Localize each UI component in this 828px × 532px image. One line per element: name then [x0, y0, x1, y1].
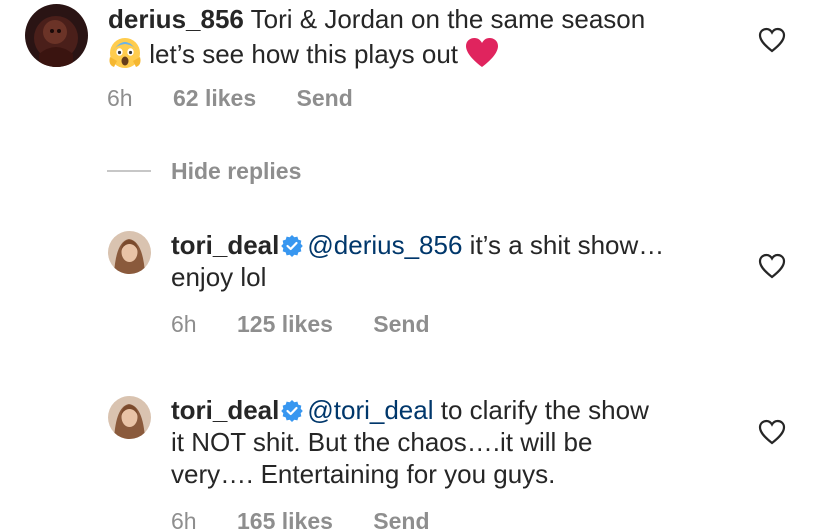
comment-body-line3: very…. Entertaining for you guys.	[171, 459, 556, 489]
divider-line	[107, 170, 151, 172]
comment-time: 6h	[171, 508, 197, 532]
heart-icon[interactable]	[758, 27, 786, 53]
face-screaming-emoji	[108, 35, 142, 76]
heart-icon[interactable]	[758, 253, 786, 279]
hide-replies-toggle[interactable]: Hide replies	[107, 155, 301, 187]
likes-count[interactable]: 125 likes	[237, 311, 333, 337]
comment-body-line1: it’s a shit show…	[469, 230, 665, 260]
likes-count[interactable]: 62 likes	[173, 85, 256, 111]
heart-icon[interactable]	[758, 419, 786, 445]
comment-text-line3: very…. Entertaining for you guys.	[171, 458, 555, 490]
send-button[interactable]: Send	[373, 508, 429, 532]
comment-time: 6h	[107, 85, 133, 111]
comment-text-line2: enjoy lol	[171, 261, 266, 293]
red-heart-emoji	[465, 37, 499, 76]
comment-username[interactable]: derius_856	[108, 4, 244, 34]
hide-replies-label[interactable]: Hide replies	[171, 158, 301, 185]
comment-username[interactable]: tori_deal	[171, 395, 279, 425]
verified-badge-icon	[281, 235, 304, 257]
comment-body-line2: let’s see how this plays out	[149, 39, 459, 69]
comment-body-line2: enjoy lol	[171, 262, 267, 292]
send-button[interactable]: Send	[297, 85, 353, 111]
comment-text: tori_deal @derius_856 it’s a shit show…	[171, 229, 664, 261]
comment-meta: 6h 125 likes Send	[171, 311, 464, 338]
avatar[interactable]	[25, 4, 88, 67]
comment-time: 6h	[171, 311, 197, 337]
likes-count[interactable]: 165 likes	[237, 508, 333, 532]
avatar[interactable]	[108, 396, 151, 439]
comment-body-line2: it NOT shit. But the chaos….it will be	[171, 427, 593, 457]
comment-body-line1: to clarify the show	[440, 395, 649, 425]
mention-link[interactable]: @tori_deal	[307, 395, 433, 425]
verified-badge-icon	[281, 400, 304, 422]
send-button[interactable]: Send	[373, 311, 429, 337]
comment-meta: 6h 165 likes Send	[171, 508, 464, 532]
comment-meta: 6h 62 likes Send	[107, 85, 387, 112]
mention-link[interactable]: @derius_856	[307, 230, 462, 260]
comment-body-line1: Tori & Jordan on the same season	[250, 4, 646, 34]
comment-text-line2: let’s see how this plays out	[108, 35, 499, 76]
comment-text-line2: it NOT shit. But the chaos….it will be	[171, 426, 592, 458]
comment-text: derius_856 Tori & Jordan on the same sea…	[108, 3, 645, 35]
comment-text: tori_deal @tori_deal to clarify the show	[171, 394, 649, 426]
avatar[interactable]	[108, 231, 151, 274]
comment-username[interactable]: tori_deal	[171, 230, 279, 260]
